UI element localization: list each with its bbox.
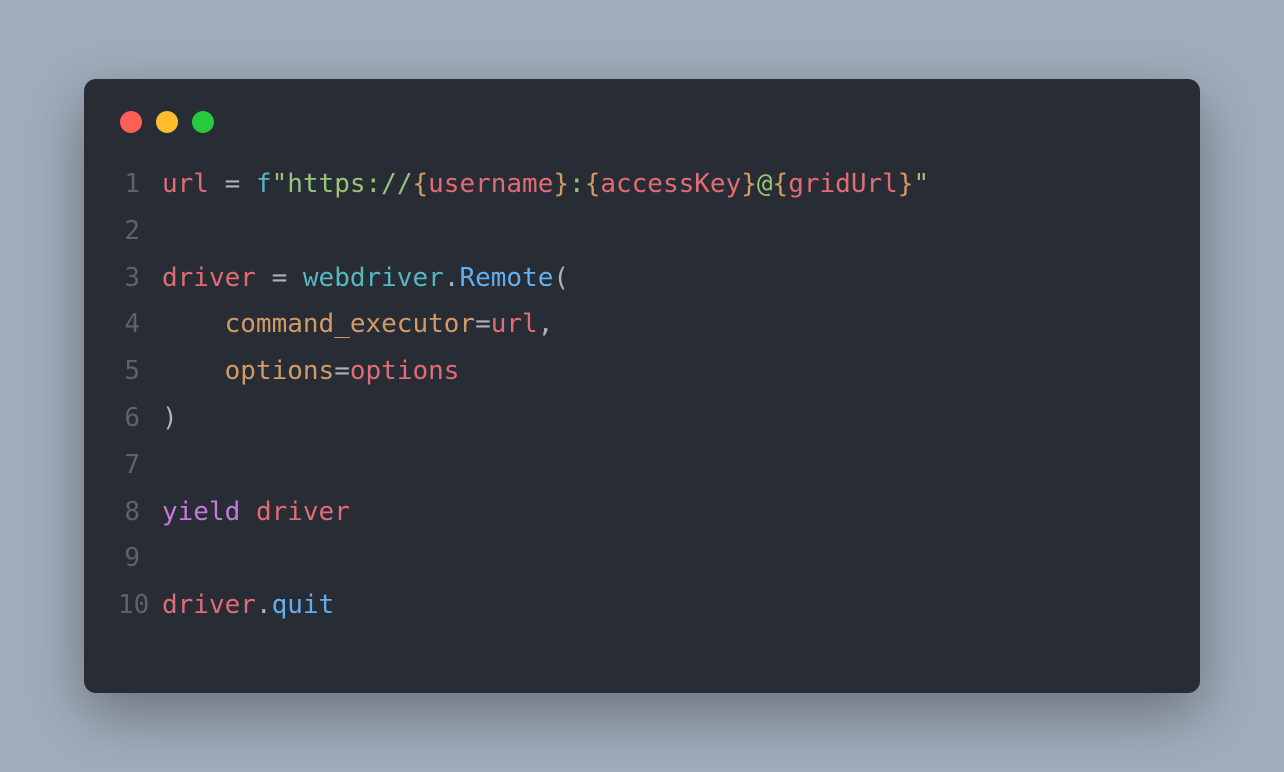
line-number: 1 bbox=[118, 161, 162, 208]
code-token: "https:// bbox=[272, 169, 413, 199]
line-number: 2 bbox=[118, 208, 162, 255]
maximize-icon[interactable] bbox=[192, 111, 214, 133]
code-token: options bbox=[225, 356, 335, 386]
code-token: f bbox=[256, 169, 272, 199]
code-token: driver bbox=[162, 263, 256, 293]
code-line: 8yield driver bbox=[118, 489, 1166, 536]
line-number: 9 bbox=[118, 535, 162, 582]
code-line: 5 options=options bbox=[118, 348, 1166, 395]
code-token bbox=[240, 497, 256, 527]
line-content: command_executor=url, bbox=[162, 301, 553, 348]
code-token: : bbox=[569, 169, 585, 199]
code-token: url bbox=[491, 309, 538, 339]
code-token: options bbox=[350, 356, 460, 386]
code-line: 9 bbox=[118, 535, 1166, 582]
code-token: gridUrl bbox=[788, 169, 898, 199]
close-icon[interactable] bbox=[120, 111, 142, 133]
code-token: quit bbox=[272, 590, 335, 620]
code-token: accessKey bbox=[600, 169, 741, 199]
code-token: , bbox=[538, 309, 554, 339]
code-token: Remote bbox=[459, 263, 553, 293]
code-token: driver bbox=[162, 590, 256, 620]
line-number: 5 bbox=[118, 348, 162, 395]
code-token bbox=[256, 263, 272, 293]
code-token: } bbox=[898, 169, 914, 199]
code-token: . bbox=[444, 263, 460, 293]
code-token bbox=[287, 263, 303, 293]
code-token: ) bbox=[162, 403, 178, 433]
code-editor-window: 1url = f"https://{username}:{accessKey}@… bbox=[84, 79, 1200, 693]
code-token: { bbox=[585, 169, 601, 199]
code-line: 3driver = webdriver.Remote( bbox=[118, 255, 1166, 302]
window-controls bbox=[118, 111, 1166, 133]
code-token bbox=[240, 169, 256, 199]
line-number: 8 bbox=[118, 489, 162, 536]
line-number: 6 bbox=[118, 395, 162, 442]
code-token: ( bbox=[553, 263, 569, 293]
code-token: { bbox=[773, 169, 789, 199]
code-token: = bbox=[225, 169, 241, 199]
line-content: options=options bbox=[162, 348, 459, 395]
line-content: url = f"https://{username}:{accessKey}@{… bbox=[162, 161, 929, 208]
line-number: 10 bbox=[118, 582, 162, 629]
code-token: username bbox=[428, 169, 553, 199]
code-line: 6) bbox=[118, 395, 1166, 442]
code-token: } bbox=[741, 169, 757, 199]
code-token: url bbox=[162, 169, 209, 199]
minimize-icon[interactable] bbox=[156, 111, 178, 133]
code-token bbox=[162, 309, 225, 339]
code-line: 1url = f"https://{username}:{accessKey}@… bbox=[118, 161, 1166, 208]
line-content bbox=[162, 535, 178, 582]
code-token: = bbox=[272, 263, 288, 293]
code-token: @ bbox=[757, 169, 773, 199]
code-token: driver bbox=[256, 497, 350, 527]
line-number: 3 bbox=[118, 255, 162, 302]
line-content bbox=[162, 442, 178, 489]
code-line: 10driver.quit bbox=[118, 582, 1166, 629]
code-token: = bbox=[475, 309, 491, 339]
code-token bbox=[162, 356, 225, 386]
code-token: " bbox=[913, 169, 929, 199]
code-token: { bbox=[412, 169, 428, 199]
code-token: . bbox=[256, 590, 272, 620]
code-token: webdriver bbox=[303, 263, 444, 293]
code-token bbox=[209, 169, 225, 199]
line-content: ) bbox=[162, 395, 178, 442]
line-content: driver = webdriver.Remote( bbox=[162, 255, 569, 302]
line-content: yield driver bbox=[162, 489, 350, 536]
line-content: driver.quit bbox=[162, 582, 334, 629]
line-number: 4 bbox=[118, 301, 162, 348]
code-token: } bbox=[553, 169, 569, 199]
code-token: yield bbox=[162, 497, 240, 527]
code-line: 7 bbox=[118, 442, 1166, 489]
code-line: 2 bbox=[118, 208, 1166, 255]
code-area[interactable]: 1url = f"https://{username}:{accessKey}@… bbox=[118, 161, 1166, 629]
code-line: 4 command_executor=url, bbox=[118, 301, 1166, 348]
line-content bbox=[162, 208, 178, 255]
code-token: = bbox=[334, 356, 350, 386]
code-token: command_executor bbox=[225, 309, 475, 339]
line-number: 7 bbox=[118, 442, 162, 489]
